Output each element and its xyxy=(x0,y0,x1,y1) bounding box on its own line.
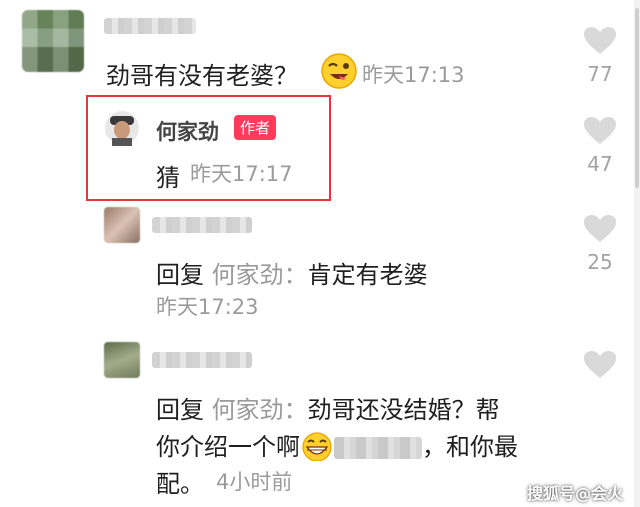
author-badge: 作者 xyxy=(234,115,277,140)
reply2-line3: 配。 xyxy=(156,470,204,498)
author-reply-time: 昨天17:17 xyxy=(190,162,293,186)
like-heart-icon[interactable] xyxy=(583,214,617,244)
blurred-name xyxy=(334,437,422,459)
grin-emoji-icon xyxy=(302,432,332,462)
reply2-avatar[interactable] xyxy=(104,342,140,378)
reply-prefix: 回复 xyxy=(156,261,204,289)
commenter-name-blurred[interactable] xyxy=(104,18,196,34)
scroll-thumb[interactable] xyxy=(635,8,639,188)
reply1-name-blurred[interactable] xyxy=(152,217,252,233)
wink-emoji-icon xyxy=(321,53,357,89)
author-reply-text: 猜 xyxy=(156,164,180,192)
reply1-avatar[interactable] xyxy=(104,207,140,243)
like-heart-icon[interactable] xyxy=(583,350,617,380)
reply1-text-line: 回复 何家劲：肯定有老婆 xyxy=(156,255,428,290)
reply2-name-blurred[interactable] xyxy=(152,352,252,368)
reply2-time: 4小时前 xyxy=(216,470,293,494)
reply2-line1: 劲哥还没结婚？帮 xyxy=(307,396,500,424)
reply1-time: 昨天17:23 xyxy=(156,295,259,319)
watermark: 搜狐号@会火 xyxy=(527,484,624,503)
comment-time: 昨天17:13 xyxy=(362,63,465,87)
like-heart-icon[interactable] xyxy=(583,26,617,56)
reply1-text: 肯定有老婆 xyxy=(307,261,428,289)
reply-target[interactable]: 何家劲： xyxy=(212,396,308,424)
like-count: 47 xyxy=(587,152,613,176)
reply2-line2b: ，和你最 xyxy=(422,433,518,461)
author-avatar[interactable] xyxy=(104,110,140,146)
like-count: 77 xyxy=(587,62,613,86)
reply2-text-line2: 你介绍一个啊 ，和你最 xyxy=(156,427,518,462)
author-name[interactable]: 何家劲 xyxy=(156,116,219,146)
like-count: 25 xyxy=(587,250,613,274)
comment-text: 劲哥有没有老婆？ xyxy=(106,62,298,90)
reply2-line2a: 你介绍一个啊 xyxy=(156,433,300,461)
reply-prefix: 回复 xyxy=(156,396,204,424)
commenter-avatar[interactable] xyxy=(22,10,84,72)
like-heart-icon[interactable] xyxy=(583,116,617,146)
reply2-text-line1: 回复 何家劲：劲哥还没结婚？帮 xyxy=(156,390,500,425)
reply-target[interactable]: 何家劲： xyxy=(212,261,308,289)
